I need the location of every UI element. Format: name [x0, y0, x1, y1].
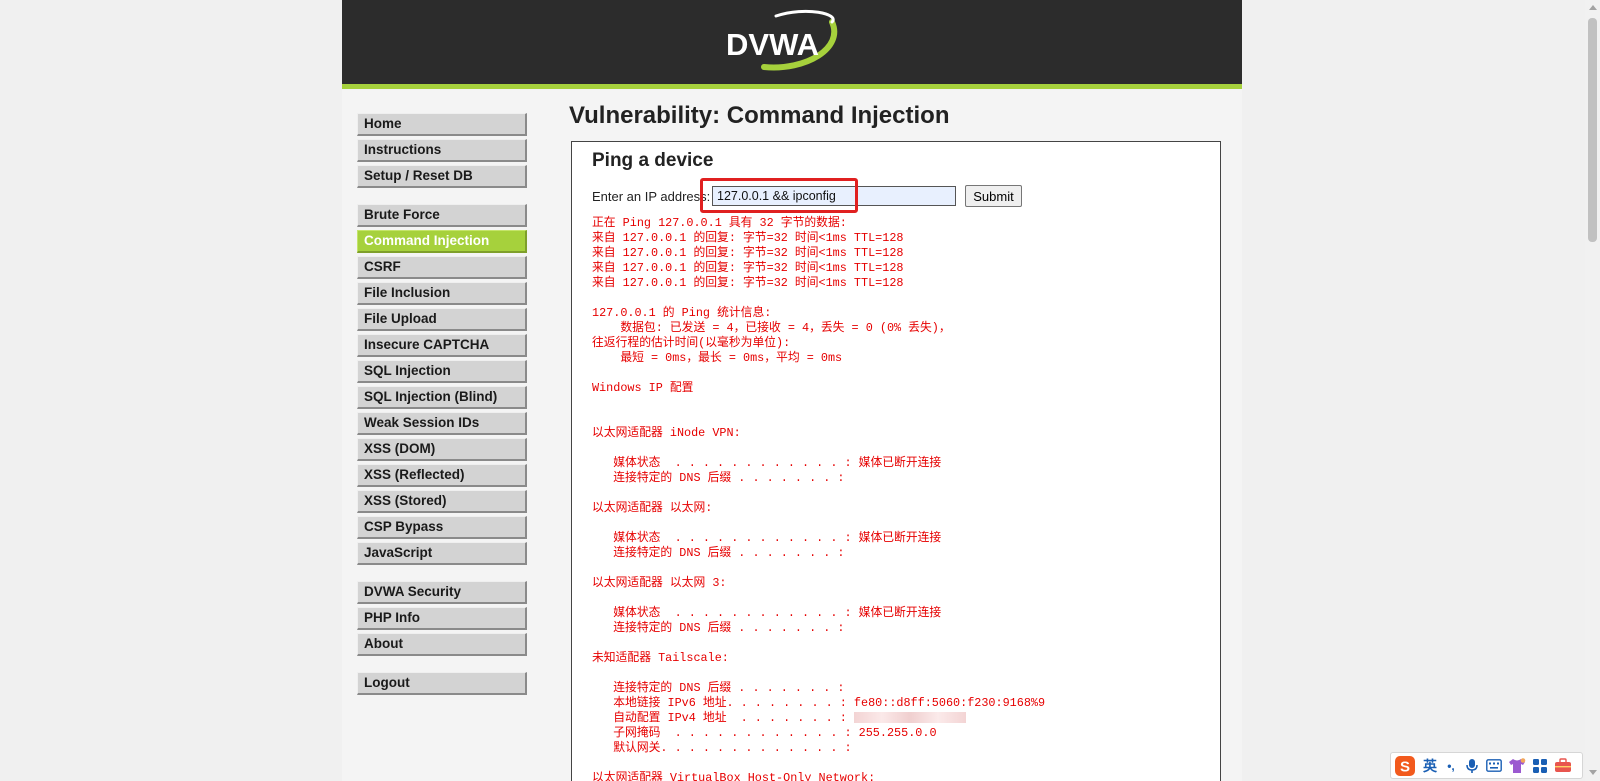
output-line-text: 自动配置 IPv4 地址 . . . . . . . :	[592, 711, 854, 725]
output-line: 以太网适配器 以太网 3:	[592, 576, 727, 590]
menu-item-weak-session-ids[interactable]: Weak Session IDs	[357, 412, 527, 435]
output-line: Windows IP 配置	[592, 381, 694, 395]
output-line: 媒体状态 . . . . . . . . . . . . : 媒体已断开连接	[592, 531, 942, 545]
menu-item-sql-injection[interactable]: SQL Injection	[357, 360, 527, 383]
output-line: 连接特定的 DNS 后缀 . . . . . . . :	[592, 546, 845, 560]
page-container: DVWA Home Instructions Setup / Reset DB Bru…	[342, 0, 1242, 781]
output-line: 来自 127.0.0.1 的回复: 字节=32 时间<1ms TTL=128	[592, 261, 904, 275]
vulnerable-code-area: Ping a device Enter an IP address: Submi…	[571, 141, 1221, 781]
scroll-down-arrow-icon[interactable]	[1589, 770, 1597, 775]
output-line: 默认网关. . . . . . . . . . . . . :	[592, 741, 852, 755]
ime-toolbar: S 英 •,	[1390, 752, 1583, 779]
menu-item-command-injection[interactable]: Command Injection	[357, 230, 527, 253]
scroll-up-arrow-icon[interactable]	[1589, 5, 1597, 10]
output-line: 最短 = 0ms，最长 = 0ms，平均 = 0ms	[592, 351, 843, 365]
output-line: 来自 127.0.0.1 的回复: 字节=32 时间<1ms TTL=128	[592, 246, 904, 260]
output-line: 自动配置 IPv4 地址 . . . . . . . :	[592, 711, 1045, 726]
output-line: 来自 127.0.0.1 的回复: 字节=32 时间<1ms TTL=128	[592, 276, 904, 290]
menu-item-javascript[interactable]: JavaScript	[357, 542, 527, 565]
microphone-icon[interactable]	[1461, 753, 1483, 778]
output-line: 本地链接 IPv6 地址. . . . . . . . : fe80::d8ff…	[592, 696, 1046, 710]
output-line: 子网掩码 . . . . . . . . . . . . : 255.255.0…	[592, 726, 937, 740]
page-title: Vulnerability: Command Injection	[569, 102, 950, 129]
menu-group: Brute Force Command Injection CSRF File Inc…	[357, 204, 527, 565]
menu-item-about[interactable]: About	[357, 633, 527, 656]
output-line: 数据包: 已发送 = 4，已接收 = 4，丢失 = 0 (0% 丢失)，	[592, 321, 951, 335]
menu-item-dvwa-security[interactable]: DVWA Security	[357, 581, 527, 604]
logo-text: DVWA	[726, 27, 819, 62]
keyboard-icon[interactable]	[1483, 753, 1505, 778]
main-body: Vulnerability: Command Injection Ping a …	[569, 97, 1229, 781]
header-banner: DVWA	[342, 0, 1242, 89]
menu-item-home[interactable]: Home	[357, 113, 527, 136]
menu-group: Home Instructions Setup / Reset DB	[357, 113, 527, 188]
grid-apps-icon[interactable]	[1529, 753, 1551, 778]
submit-button[interactable]: Submit	[965, 185, 1022, 207]
menu-item-php-info[interactable]: PHP Info	[357, 607, 527, 630]
menu-item-sql-injection-blind[interactable]: SQL Injection (Blind)	[357, 386, 527, 409]
toolbox-icon[interactable]	[1551, 753, 1575, 778]
menu-item-file-upload[interactable]: File Upload	[357, 308, 527, 331]
skin-shirt-icon[interactable]	[1505, 753, 1529, 778]
menu-item-instructions[interactable]: Instructions	[357, 139, 527, 162]
menu-item-csp-bypass[interactable]: CSP Bypass	[357, 516, 527, 539]
dvwa-logo[interactable]: DVWA	[720, 8, 850, 74]
output-line: 以太网适配器 以太网:	[592, 501, 713, 515]
scrollbar-thumb[interactable]	[1588, 18, 1597, 242]
menu-item-setup-reset-db[interactable]: Setup / Reset DB	[357, 165, 527, 188]
command-output: 正在 Ping 127.0.0.1 具有 32 字节的数据: 来自 127.0.0…	[592, 216, 1045, 781]
ime-punct-label[interactable]: •,	[1441, 753, 1461, 778]
sogou-s-icon[interactable]: S	[1391, 753, 1419, 778]
output-line: 未知适配器 Tailscale:	[592, 651, 729, 665]
svg-text:S: S	[1400, 758, 1410, 775]
output-line: 以太网适配器 iNode VPN:	[592, 426, 741, 440]
output-line: 连接特定的 DNS 后缀 . . . . . . . :	[592, 621, 845, 635]
output-line: 连接特定的 DNS 后缀 . . . . . . . :	[592, 681, 845, 695]
redacted-ipv4-mask	[853, 712, 966, 724]
menu-item-file-inclusion[interactable]: File Inclusion	[357, 282, 527, 305]
side-menu: Home Instructions Setup / Reset DB Brute Fo…	[357, 113, 527, 711]
menu-item-brute-force[interactable]: Brute Force	[357, 204, 527, 227]
output-line: 127.0.0.1 的 Ping 统计信息:	[592, 306, 772, 320]
menu-item-xss-dom[interactable]: XSS (DOM)	[357, 438, 527, 461]
menu-item-xss-reflected[interactable]: XSS (Reflected)	[357, 464, 527, 487]
menu-group: DVWA Security PHP Info About	[357, 581, 527, 656]
menu-group: Logout	[357, 672, 527, 695]
output-line: 连接特定的 DNS 后缀 . . . . . . . :	[592, 471, 845, 485]
box-title: Ping a device	[592, 150, 714, 171]
menu-item-xss-stored[interactable]: XSS (Stored)	[357, 490, 527, 513]
output-line: 往返行程的估计时间(以毫秒为单位):	[592, 336, 791, 350]
annotation-highlight-box	[700, 178, 858, 213]
ime-lang-label[interactable]: 英	[1419, 753, 1441, 778]
menu-item-insecure-captcha[interactable]: Insecure CAPTCHA	[357, 334, 527, 357]
menu-item-csrf[interactable]: CSRF	[357, 256, 527, 279]
output-line: 媒体状态 . . . . . . . . . . . . : 媒体已断开连接	[592, 606, 942, 620]
output-line: 来自 127.0.0.1 的回复: 字节=32 时间<1ms TTL=128	[592, 231, 904, 245]
output-line: 以太网适配器 VirtualBox Host-Only Network:	[592, 771, 876, 781]
output-line: 正在 Ping 127.0.0.1 具有 32 字节的数据:	[592, 216, 847, 230]
output-line: 媒体状态 . . . . . . . . . . . . : 媒体已断开连接	[592, 456, 942, 470]
menu-item-logout[interactable]: Logout	[357, 672, 527, 695]
ip-address-label: Enter an IP address:	[592, 189, 711, 204]
